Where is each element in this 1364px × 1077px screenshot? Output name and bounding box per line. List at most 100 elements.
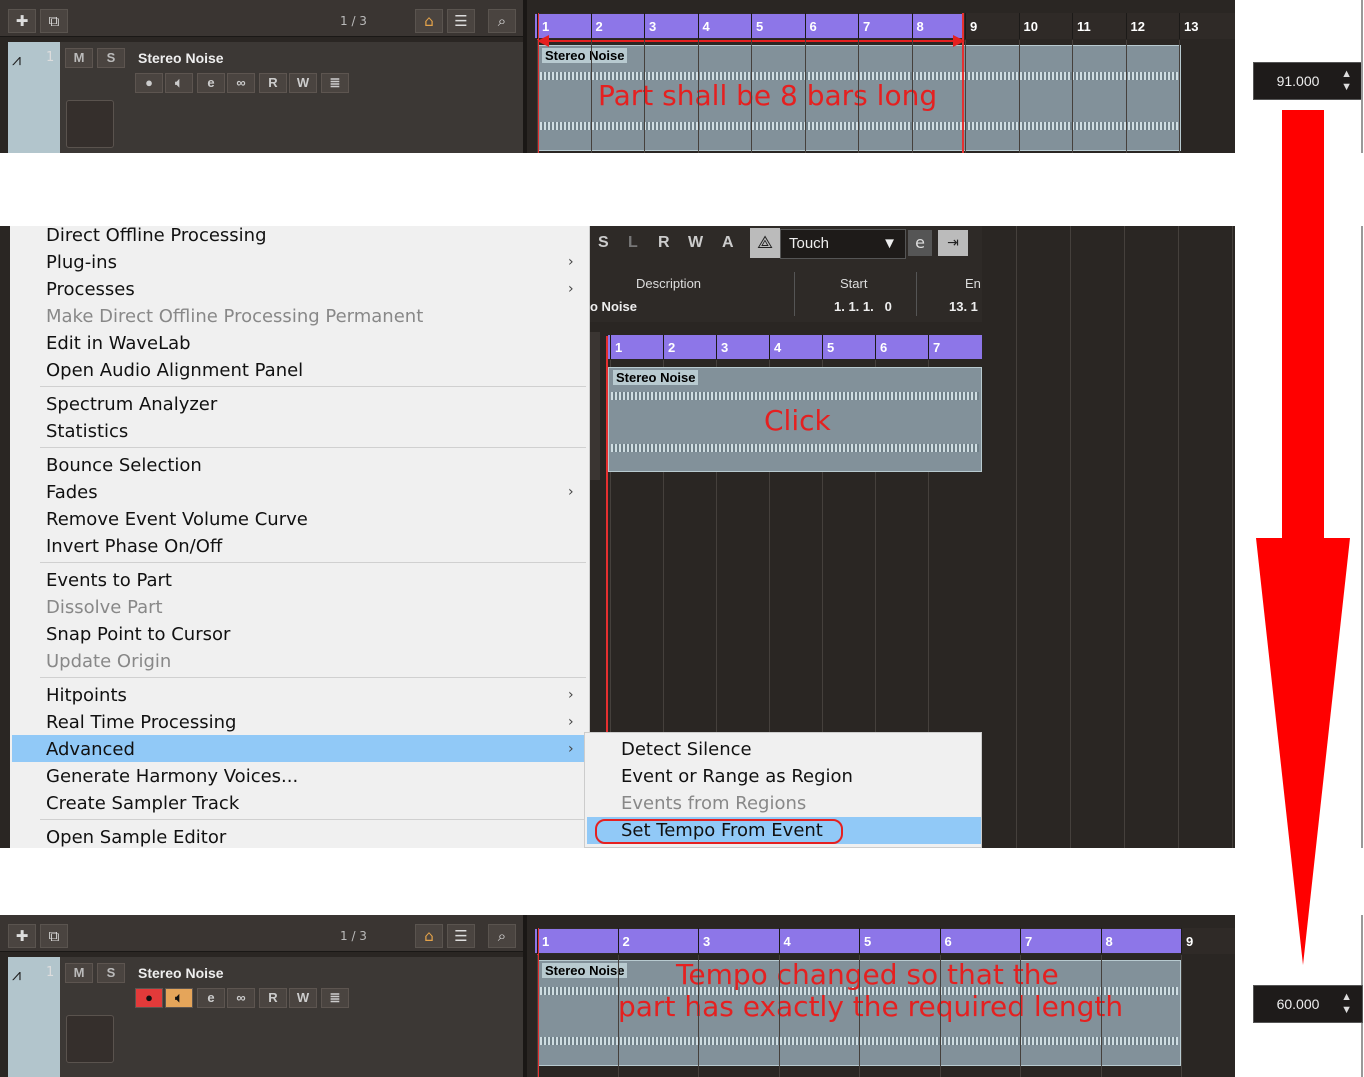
menu-item-direct-offline-processing[interactable]: Direct Offline Processing [46,225,267,246]
list-icon[interactable]: ☰ [447,9,475,33]
menu-item-open-sample-editor[interactable]: Open Sample Editor [46,827,226,848]
chevron-right-icon: › [568,714,574,730]
menu-item-fades[interactable]: Fades [46,482,98,503]
inserts-icon[interactable]: ≣ [321,73,349,93]
snap-icon[interactable]: ⇥ [938,230,968,256]
home-icon[interactable]: ⌂ [415,924,443,948]
ruler-tick-label: 2 [595,19,603,34]
menu-item-dissolve-part[interactable]: Dissolve Part [46,597,163,618]
tempo-field-top[interactable]: 91.000 ▲ ▼ [1253,62,1363,100]
menu-item-snap-point-to-cursor[interactable]: Snap Point to Cursor [46,624,230,645]
edit-channel-icon[interactable]: e [197,73,225,93]
tempo-field-bottom[interactable]: 60.000 ▲ ▼ [1253,985,1363,1023]
menu-item-bounce-selection[interactable]: Bounce Selection [46,455,202,476]
row-end[interactable]: 13. 1 [949,299,978,314]
list-icon[interactable]: ☰ [447,924,475,948]
menu-item-invert-phase-on-off[interactable]: Invert Phase On/Off [46,536,222,557]
annotation-bottom-line2: part has exactly the required length [618,990,1124,1023]
submenu-item-event-range-region[interactable]: Event or Range as Region [621,766,853,787]
track-name[interactable]: Stereo Noise [138,965,224,981]
row-start[interactable]: 1. 1. 1. 0 [834,299,892,314]
track-header[interactable]: 1 M S Stereo Noise ● 🔈︎ e ∞ R W ≣ [46,42,523,153]
menu-item-spectrum-analyzer[interactable]: Spectrum Analyzer [46,394,217,415]
edit-channel-icon[interactable]: e [197,988,225,1008]
add-track-icon[interactable]: ✚ [8,924,36,948]
ruler-tick-line [1018,13,1020,39]
split-divider[interactable] [523,915,527,1077]
auto-button[interactable]: A [722,234,734,252]
lanes-icon[interactable]: ∞ [227,73,255,93]
menu-item-statistics[interactable]: Statistics [46,421,128,442]
gridline [778,955,780,1077]
menu-item-advanced[interactable]: Advanced [46,739,135,760]
mute-button[interactable]: M [65,48,93,68]
menu-item-processes[interactable]: Processes [46,279,135,300]
inserts-icon[interactable]: ≣ [321,988,349,1008]
listen-button[interactable]: L [628,234,638,252]
ruler-tick-line [1179,13,1180,39]
submenu-item-detect-silence[interactable]: Detect Silence [621,739,752,760]
folder-icon[interactable]: ⧉ [40,924,68,948]
waveform-icon: ⩘ [12,50,22,69]
ruler-tick-label: 5 [756,19,764,34]
read-button[interactable]: R [658,234,670,252]
search-icon[interactable]: ⌕ [488,924,516,948]
automation-icon[interactable]: ⟁ [750,228,780,258]
solo-editor-button[interactable]: S [598,234,609,252]
monitor-button[interactable]: 🔈︎ [165,73,193,93]
menu-item-generate-harmony-voices[interactable]: Generate Harmony Voices... [46,766,298,787]
menu-item-real-time-processing[interactable]: Real Time Processing [46,712,236,733]
waveform [611,392,979,400]
menu-item-edit-in-wavelab[interactable]: Edit in WaveLab [46,333,191,354]
track-header[interactable]: 1 M S Stereo Noise ● 🔈︎ e ∞ R W ≣ [46,957,523,1077]
ruler-tick-label: 12 [1130,19,1145,34]
mute-button[interactable]: M [65,963,93,983]
write-button[interactable]: W [688,234,703,252]
col-end: En [965,276,981,291]
stepper-icon[interactable]: ▲ ▼ [1341,68,1352,94]
chevron-right-icon: › [568,687,574,703]
read-button[interactable]: R [259,988,287,1008]
search-icon[interactable]: ⌕ [488,9,516,33]
edit-e-icon[interactable]: e [908,230,932,256]
row-description[interactable]: o Noise [590,299,637,314]
track-counter: 1 / 3 [340,929,367,943]
cycle-range[interactable] [535,929,1181,953]
menu-item-plug-ins[interactable]: Plug-ins [46,252,117,273]
ruler-tick-label: 8 [916,19,924,34]
submenu-item-events-from-regions[interactable]: Events from Regions [621,793,806,814]
home-icon[interactable]: ⌂ [415,9,443,33]
monitor-button[interactable]: 🔈︎ [165,988,193,1008]
menu-item-events-to-part[interactable]: Events to Part [46,570,172,591]
ruler-tick-label: 1 [542,19,550,34]
menu-item-make-direct-offline-processing-permanent[interactable]: Make Direct Offline Processing Permanent [46,306,423,327]
menu-item-update-origin[interactable]: Update Origin [46,651,171,672]
ruler-tick-line [698,928,699,954]
track-picture[interactable] [66,1015,114,1063]
track-name[interactable]: Stereo Noise [138,50,224,66]
stepper-icon[interactable]: ▲ ▼ [1341,991,1352,1017]
write-button[interactable]: W [289,988,317,1008]
annotation-click: Click [764,404,831,437]
read-button[interactable]: R [259,73,287,93]
ruler-tick-label: 5 [827,340,835,355]
chevron-right-icon: › [568,484,574,500]
menu-item-remove-event-volume-curve[interactable]: Remove Event Volume Curve [46,509,308,530]
write-button[interactable]: W [289,73,317,93]
solo-button[interactable]: S [97,48,125,68]
solo-button[interactable]: S [97,963,125,983]
lanes-icon[interactable]: ∞ [227,988,255,1008]
record-enable-button[interactable]: ● [135,988,163,1008]
record-enable-button[interactable]: ● [135,73,163,93]
menu-item-create-sampler-track[interactable]: Create Sampler Track [46,793,239,814]
gridline [537,40,538,153]
event-label: Stereo Noise [542,48,628,63]
automation-mode-dropdown[interactable]: Touch ▼ [780,229,906,259]
editor-cycle-range[interactable] [608,335,982,359]
menu-item-hitpoints[interactable]: Hitpoints [46,685,127,706]
track-picture[interactable] [66,100,114,148]
folder-icon[interactable]: ⧉ [40,9,68,33]
add-track-icon[interactable]: ✚ [8,9,36,33]
menu-item-open-audio-alignment-panel[interactable]: Open Audio Alignment Panel [46,360,303,381]
info-divider [794,272,795,316]
